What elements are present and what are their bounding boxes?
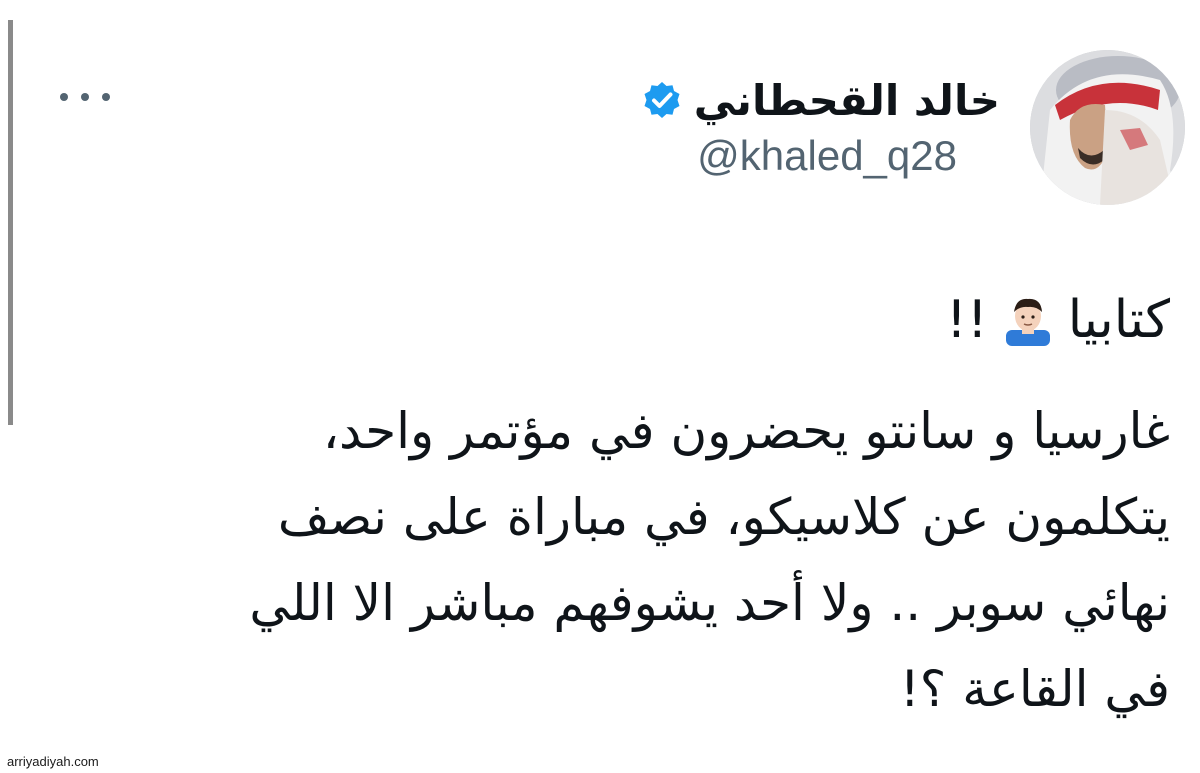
person-emoji-icon (1005, 298, 1050, 346)
tweet-body: غارسيا و سانتو يحضرون في مؤتمر واحد، يتك… (90, 388, 1170, 732)
tweet-body-line: يتكلمون عن كلاسيكو، في مباراة على نصف (277, 488, 1170, 546)
avatar-image (1030, 50, 1185, 205)
tweet-body-line: غارسيا و سانتو يحضرون في مؤتمر واحد، (322, 402, 1170, 460)
site-watermark: arriyadiyah.com (4, 754, 102, 769)
tweet-body-line: في القاعة ؟! (899, 660, 1170, 718)
author-name-row: خالد القحطاني (642, 72, 1000, 128)
more-dot (102, 93, 110, 101)
more-dot (60, 93, 68, 101)
more-dot (81, 93, 89, 101)
author-handle[interactable]: @khaled_q28 (697, 132, 957, 180)
tweet-text-word: كتابيا (1067, 290, 1170, 350)
author-display-name[interactable]: خالد القحطاني (694, 76, 1000, 125)
tweet-body-line: نهائي سوبر .. ولا أحد يشوفهم مباشر الا ا… (249, 574, 1170, 632)
thread-line (8, 20, 13, 425)
tweet-screenshot: خالد القحطاني @khaled_q28 كتابيا !! غارس… (0, 0, 1200, 773)
more-options-icon[interactable] (60, 82, 110, 112)
avatar[interactable] (1030, 50, 1185, 205)
verified-badge-icon (644, 82, 680, 118)
tweet-exclamation: !! (945, 290, 988, 350)
tweet-first-line: كتابيا !! (90, 282, 1170, 358)
